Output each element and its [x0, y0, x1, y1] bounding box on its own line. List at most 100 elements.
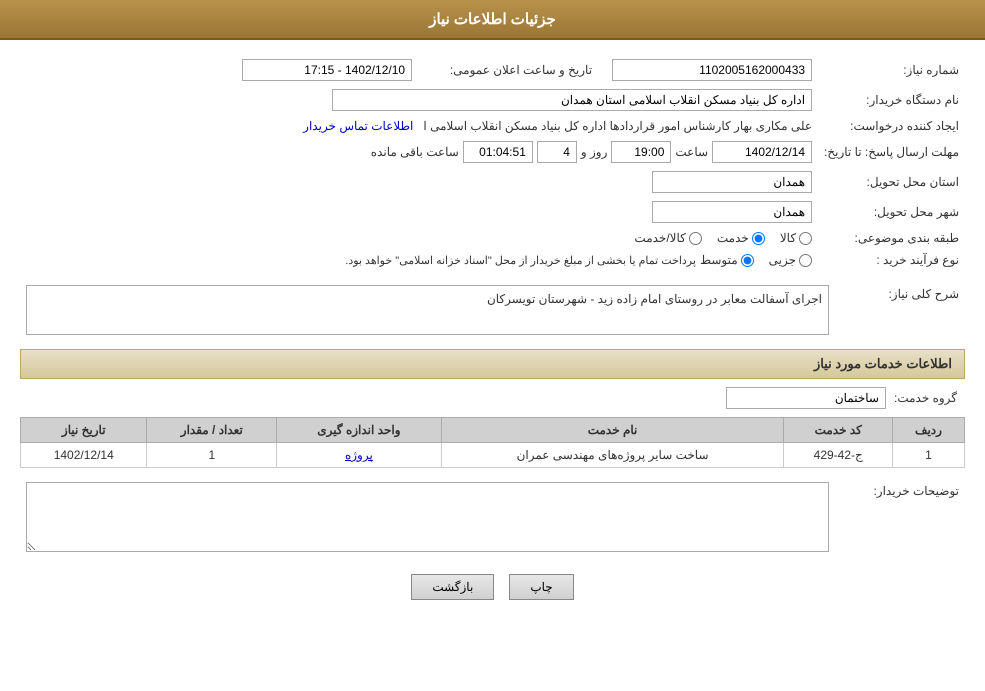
table-row: نام دستگاه خریدار: — [20, 85, 965, 115]
shahr-input[interactable] — [652, 201, 812, 223]
mohlat-date-input[interactable] — [712, 141, 812, 163]
tabaqe-khadamat-label: خدمت — [717, 231, 749, 245]
col-code: کد خدمت — [784, 418, 893, 443]
ijad-link[interactable]: اطلاعات تماس خریدار — [303, 119, 413, 133]
page-wrapper: جزئیات اطلاعات نیاز شماره نیاز: تاریخ و … — [0, 0, 985, 691]
shomara-niaz-label: شماره نیاز: — [818, 55, 965, 85]
cell-radif: 1 — [892, 443, 964, 468]
tosifat-label: توضیحات خریدار: — [835, 478, 965, 559]
services-table-body: 1 ج-42-429 ساخت سایر پروژه‌های مهندسی عم… — [21, 443, 965, 468]
shahr-label: شهر محل تحویل: — [818, 197, 965, 227]
ostan-input[interactable] — [652, 171, 812, 193]
tosifat-row: توضیحات خریدار: — [20, 478, 965, 559]
tosifat-table: توضیحات خریدار: — [20, 478, 965, 559]
shomara-niaz-value — [598, 55, 818, 85]
noe-farayand-radio-group: جزیی متوسط — [700, 253, 812, 267]
table-row: طبقه بندی موضوعی: کالا خدمت — [20, 227, 965, 249]
noe-jozi: جزیی — [769, 253, 812, 267]
tabaqe-kala-label: کالا — [780, 231, 796, 245]
tabaqe-label: طبقه بندی موضوعی: — [818, 227, 965, 249]
services-table-head: ردیف کد خدمت نام خدمت واحد اندازه گیری ت… — [21, 418, 965, 443]
mohlat-label: مهلت ارسال پاسخ: تا تاریخ: — [818, 137, 965, 167]
buttons-row: بازگشت چاپ — [20, 574, 965, 600]
tabaqe-khadamat-radio[interactable] — [752, 232, 765, 245]
tabaqe-kala-khadamat-radio[interactable] — [689, 232, 702, 245]
services-table: ردیف کد خدمت نام خدمت واحد اندازه گیری ت… — [20, 417, 965, 468]
unit-link[interactable]: پروژه — [345, 448, 373, 462]
tabaqe-radio-group: کالا خدمت کالا/خدمت — [26, 231, 812, 245]
tabaqe-value: کالا خدمت کالا/خدمت — [20, 227, 818, 249]
page-header: جزئیات اطلاعات نیاز — [0, 0, 985, 40]
mohlat-saat-input[interactable] — [611, 141, 671, 163]
mohlat-row: ساعت روز و ساعت باقی مانده — [20, 137, 818, 167]
col-qty: تعداد / مقدار — [147, 418, 277, 443]
table-row: مهلت ارسال پاسخ: تا تاریخ: ساعت روز و سا… — [20, 137, 965, 167]
grohe-row: گروه خدمت: — [20, 387, 965, 409]
sharh-label: شرح کلی نیاز: — [835, 281, 965, 339]
info-table: شماره نیاز: تاریخ و ساعت اعلان عمومی: نا… — [20, 55, 965, 271]
sharh-value: اجرای آسفالت معابر در روستای امام زاده ز… — [20, 281, 835, 339]
tabaqe-kala-khadamat: کالا/خدمت — [634, 231, 701, 245]
ostan-label: استان محل تحویل: — [818, 167, 965, 197]
col-radif: ردیف — [892, 418, 964, 443]
cell-date: 1402/12/14 — [21, 443, 147, 468]
mohlat-rooz-label: روز و — [581, 145, 608, 159]
table-row: استان محل تحویل: — [20, 167, 965, 197]
content-area: شماره نیاز: تاریخ و ساعت اعلان عمومی: نا… — [0, 40, 985, 625]
tosifat-value — [20, 478, 835, 559]
table-row: ایجاد کننده درخواست: علی مکاری بهار کارش… — [20, 115, 965, 137]
cell-code: ج-42-429 — [784, 443, 893, 468]
col-name: نام خدمت — [441, 418, 784, 443]
sharh-box: اجرای آسفالت معابر در روستای امام زاده ز… — [26, 285, 829, 335]
mohlat-mande-input[interactable] — [463, 141, 533, 163]
ijad-text: علی مکاری بهار کارشناس امور قراردادها اد… — [423, 119, 812, 133]
tarikh-elan-input[interactable] — [242, 59, 412, 81]
tarikh-elan-value — [20, 55, 418, 85]
ijad-label: ایجاد کننده درخواست: — [818, 115, 965, 137]
mohlat-saat-label: ساعت — [675, 145, 708, 159]
grohe-khadamat-label: گروه خدمت: — [894, 391, 965, 405]
cell-name: ساخت سایر پروژه‌های مهندسی عمران — [441, 443, 784, 468]
mohlat-rooz-input[interactable] — [537, 141, 577, 163]
sharh-text: اجرای آسفالت معابر در روستای امام زاده ز… — [487, 292, 822, 306]
col-unit: واحد اندازه گیری — [277, 418, 441, 443]
noe-farayand-label: نوع فرآیند خرید : — [818, 249, 965, 271]
page-title: جزئیات اطلاعات نیاز — [429, 11, 556, 28]
services-section-header: اطلاعات خدمات مورد نیاز — [20, 349, 965, 379]
tabaqe-kala-khadamat-label: کالا/خدمت — [634, 231, 685, 245]
ijad-value: علی مکاری بهار کارشناس امور قراردادها اد… — [20, 115, 818, 137]
nam-dastgah-input[interactable] — [332, 89, 812, 111]
noe-farayand-note: پرداخت تمام یا بخشی از مبلغ خریدار از مح… — [345, 254, 696, 267]
back-button[interactable]: بازگشت — [411, 574, 494, 600]
shahr-value — [20, 197, 818, 227]
nam-dastgah-label: نام دستگاه خریدار: — [818, 85, 965, 115]
noe-motevaset-radio[interactable] — [741, 254, 754, 267]
ostan-value — [20, 167, 818, 197]
nam-dastgah-value — [20, 85, 818, 115]
tabaqe-khadamat: خدمت — [717, 231, 765, 245]
print-button[interactable]: چاپ — [509, 574, 573, 600]
cell-qty: 1 — [147, 443, 277, 468]
noe-motevaset-label: متوسط — [700, 253, 738, 267]
sharh-row: شرح کلی نیاز: اجرای آسفالت معابر در روست… — [20, 281, 965, 339]
table-row: شهر محل تحویل: — [20, 197, 965, 227]
noe-jozi-radio[interactable] — [799, 254, 812, 267]
sharh-table: شرح کلی نیاز: اجرای آسفالت معابر در روست… — [20, 281, 965, 339]
services-header-row: ردیف کد خدمت نام خدمت واحد اندازه گیری ت… — [21, 418, 965, 443]
shomara-niaz-input[interactable] — [612, 59, 812, 81]
tabaqe-kala-radio[interactable] — [799, 232, 812, 245]
table-row: 1 ج-42-429 ساخت سایر پروژه‌های مهندسی عم… — [21, 443, 965, 468]
tosifat-textarea[interactable] — [26, 482, 829, 552]
noe-jozi-label: جزیی — [769, 253, 796, 267]
noe-farayand-value: جزیی متوسط پرداخت تمام یا بخشی از مبلغ خ… — [20, 249, 818, 271]
grohe-khadamat-input[interactable] — [726, 387, 886, 409]
noe-farayand-inline: جزیی متوسط پرداخت تمام یا بخشی از مبلغ خ… — [26, 253, 812, 267]
noe-motevaset: متوسط — [700, 253, 754, 267]
col-date: تاریخ نیاز — [21, 418, 147, 443]
table-row: شماره نیاز: تاریخ و ساعت اعلان عمومی: — [20, 55, 965, 85]
mohlat-inline: ساعت روز و ساعت باقی مانده — [26, 141, 812, 163]
table-row: نوع فرآیند خرید : جزیی متوسط — [20, 249, 965, 271]
tabaqe-kala: کالا — [780, 231, 812, 245]
tarikh-elan-label: تاریخ و ساعت اعلان عمومی: — [418, 55, 598, 85]
mohlat-mande-label: ساعت باقی مانده — [371, 145, 459, 159]
